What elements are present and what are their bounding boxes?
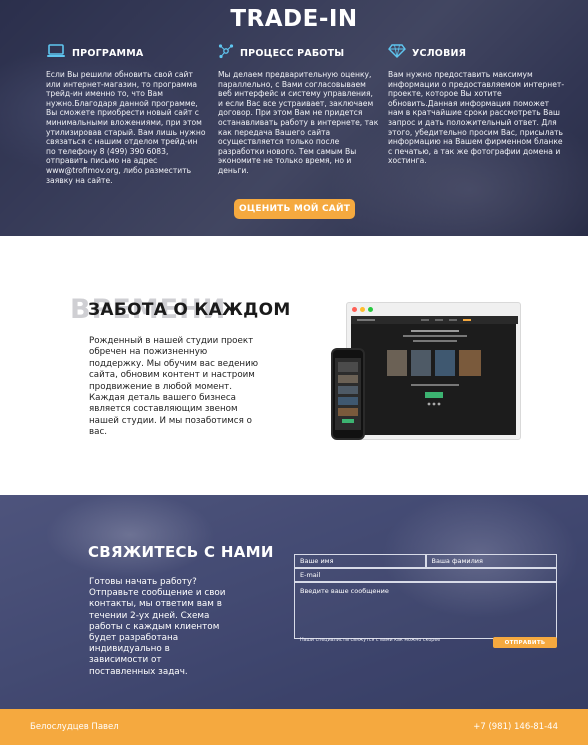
trade-in-title: TRADE-IN: [230, 6, 358, 32]
close-dot-icon: [352, 306, 357, 312]
contact-section: СВЯЖИТЕСЬ С НАМИ Готовы начать работу? О…: [0, 495, 588, 709]
conditions-column: УСЛОВИЯ Вам нужно предоставить максимум …: [388, 42, 566, 166]
maximize-dot-icon: [368, 306, 373, 312]
network-icon: [218, 43, 234, 64]
program-header: ПРОГРАММА: [46, 42, 206, 64]
browser-screen: [351, 316, 518, 435]
care-text: Рожденный в нашей студии проект обречен …: [89, 336, 259, 438]
contact-text: Готовы начать работу? Отправьте сообщени…: [89, 577, 226, 677]
footer: Белослудцев Павел +7 (981) 146-81-44: [0, 709, 588, 745]
contact-form: Ваше имя Ваша фамилия E-mail Введите ваш…: [294, 554, 557, 639]
form-note: Наши специалисты свяжутся с вами как мож…: [300, 638, 441, 643]
conditions-heading: УСЛОВИЯ: [412, 47, 467, 59]
rate-my-site-button[interactable]: ОЦЕНИТЬ МОЙ САЙТ: [234, 199, 355, 219]
process-heading: ПРОЦЕСС РАБОТЫ: [240, 47, 345, 59]
diamond-icon: [388, 43, 406, 63]
process-text: Мы делаем предварительную оценку, паралл…: [218, 70, 379, 175]
laptop-icon: [46, 43, 66, 63]
process-header: ПРОЦЕСС РАБОТЫ: [218, 42, 380, 64]
browser-titlebar: [347, 303, 520, 315]
care-section: ВРЕМЕНИ ЗАБОТА О КАЖДОМ Рожденный в наше…: [0, 236, 588, 495]
care-title: ЗАБОТА О КАЖДОМ: [88, 300, 291, 320]
program-text: Если Вы решили обновить свой сайт или ин…: [46, 70, 206, 185]
phone-mockup-image: [331, 348, 365, 440]
phone-screen: [335, 358, 361, 430]
program-column: ПРОГРАММА Если Вы решили обновить свой с…: [46, 42, 206, 185]
minimize-dot-icon: [360, 306, 365, 312]
process-column: ПРОЦЕСС РАБОТЫ Мы делаем предварительную…: [218, 42, 380, 176]
footer-phone[interactable]: +7 (981) 146-81-44: [473, 722, 558, 732]
form-footer: Наши специалисты свяжутся с вами как мож…: [294, 635, 557, 649]
send-button[interactable]: ОТПРАВИТЬ: [493, 637, 557, 648]
browser-mockup-image: [346, 302, 521, 440]
conditions-text: Вам нужно предоставить максимум информац…: [388, 70, 565, 166]
name-field[interactable]: Ваше имя: [294, 554, 426, 568]
program-heading: ПРОГРАММА: [72, 47, 144, 59]
trade-in-section: TRADE-IN ПРОГРАММА Если Вы решили обнови…: [0, 0, 588, 236]
conditions-header: УСЛОВИЯ: [388, 42, 566, 64]
contact-title: СВЯЖИТЕСЬ С НАМИ: [88, 543, 274, 561]
footer-name: Белослудцев Павел: [30, 722, 119, 732]
email-field[interactable]: E-mail: [294, 568, 557, 582]
message-field[interactable]: Введите ваше сообщение: [294, 582, 557, 639]
surname-field[interactable]: Ваша фамилия: [425, 554, 557, 568]
